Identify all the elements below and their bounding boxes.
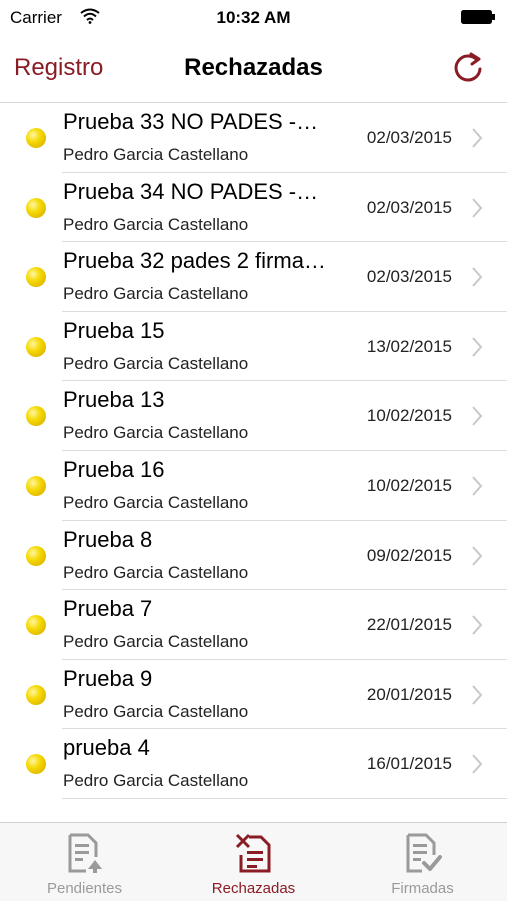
item-sender: Pedro Garcia Castellano xyxy=(63,353,249,373)
tab-label: Pendientes xyxy=(46,880,123,897)
document-list: Prueba 33 NO PADES -… Pedro Garcia Caste… xyxy=(0,103,507,799)
item-date: 02/03/2015 xyxy=(366,128,452,147)
item-date: 09/02/2015 xyxy=(366,545,452,565)
item-date: 20/01/2015 xyxy=(366,684,452,704)
status-time: 10:32 AM xyxy=(216,8,291,27)
chevron-right-icon xyxy=(472,476,483,496)
item-date: 22/01/2015 xyxy=(366,615,452,635)
item-title: prueba 4 xyxy=(63,735,150,761)
status-dot-icon xyxy=(26,197,46,218)
chevron-right-icon xyxy=(472,685,483,705)
list-item[interactable]: Prueba 9 Pedro Garcia Castellano 20/01/2… xyxy=(0,660,507,730)
item-sender: Pedro Garcia Castellano xyxy=(63,423,249,443)
list-item[interactable]: Prueba 7 Pedro Garcia Castellano 22/01/2… xyxy=(0,590,507,660)
item-title: Prueba 9 xyxy=(63,665,153,691)
status-dot-icon xyxy=(26,545,46,566)
tab-firmadas[interactable]: Firmadas xyxy=(338,823,507,901)
item-title: Prueba 33 NO PADES -… xyxy=(63,109,319,134)
list-item[interactable]: Prueba 8 Pedro Garcia Castellano 09/02/2… xyxy=(0,521,507,591)
status-dot-icon xyxy=(26,754,46,775)
item-date: 16/01/2015 xyxy=(366,754,452,774)
item-date: 10/02/2015 xyxy=(366,406,452,426)
list-item[interactable]: Prueba 16 Pedro Garcia Castellano 10/02/… xyxy=(0,451,507,521)
row-divider xyxy=(62,797,507,799)
item-sender: Pedro Garcia Castellano xyxy=(63,145,249,164)
item-date: 02/03/2015 xyxy=(366,197,452,217)
item-date: 10/02/2015 xyxy=(366,475,452,495)
chevron-right-icon xyxy=(472,615,483,635)
status-dot-icon xyxy=(26,684,46,705)
tab-pendientes[interactable]: Pendientes xyxy=(0,823,169,901)
tab-label: Firmadas xyxy=(391,880,454,897)
list-item[interactable]: Prueba 15 Pedro Garcia Castellano 13/02/… xyxy=(0,312,507,382)
item-title: Prueba 32 pades 2 firma… xyxy=(63,248,326,274)
status-dot-icon xyxy=(26,128,46,148)
list-item[interactable]: Prueba 13 Pedro Garcia Castellano 10/02/… xyxy=(0,381,507,451)
status-dot-icon xyxy=(26,336,46,357)
status-dot-icon xyxy=(26,475,46,496)
chevron-right-icon xyxy=(472,337,483,357)
chevron-right-icon xyxy=(472,545,483,566)
status-dot-icon xyxy=(26,615,46,636)
document-reject-icon xyxy=(235,833,271,873)
list-item[interactable]: prueba 4 Pedro Garcia Castellano 16/01/2… xyxy=(0,729,507,799)
item-sender: Pedro Garcia Castellano xyxy=(63,701,249,721)
battery-icon xyxy=(461,10,495,24)
item-sender: Pedro Garcia Castellano xyxy=(63,214,249,234)
tab-rechazadas[interactable]: Rechazadas xyxy=(169,823,338,901)
item-sender: Pedro Garcia Castellano xyxy=(63,284,249,304)
item-title: Prueba 13 xyxy=(63,387,165,413)
item-title: Prueba 16 xyxy=(63,456,165,482)
tab-label: Rechazadas xyxy=(211,880,296,897)
item-sender: Pedro Garcia Castellano xyxy=(63,492,249,512)
chevron-right-icon xyxy=(472,128,483,148)
item-sender: Pedro Garcia Castellano xyxy=(63,562,249,582)
page-title: Rechazadas xyxy=(184,54,323,81)
status-bar: Carrier 10:32 AM xyxy=(0,0,507,36)
status-dot-icon xyxy=(26,406,46,427)
navigation-bar: Registro Rechazadas xyxy=(0,36,507,103)
item-title: Prueba 8 xyxy=(63,526,153,552)
chevron-right-icon xyxy=(472,197,483,218)
tab-bar: Pendientes Rechazadas Firmadas xyxy=(0,822,507,901)
chevron-right-icon xyxy=(472,406,483,427)
list-item[interactable]: Prueba 34 NO PADES -… Pedro Garcia Caste… xyxy=(0,173,507,243)
item-date: 13/02/2015 xyxy=(366,336,452,356)
item-title: Prueba 34 NO PADES -… xyxy=(63,178,319,204)
item-title: Prueba 7 xyxy=(63,596,153,622)
chevron-right-icon xyxy=(472,267,483,287)
refresh-icon[interactable] xyxy=(451,50,485,84)
chevron-right-icon xyxy=(472,754,483,775)
list-item[interactable]: Prueba 32 pades 2 firma… Pedro Garcia Ca… xyxy=(0,242,507,312)
list-item[interactable]: Prueba 33 NO PADES -… Pedro Garcia Caste… xyxy=(0,103,507,173)
item-date: 02/03/2015 xyxy=(366,267,452,287)
status-dot-icon xyxy=(26,267,46,288)
item-title: Prueba 15 xyxy=(63,317,165,343)
document-upload-icon xyxy=(68,833,102,873)
item-sender: Pedro Garcia Castellano xyxy=(63,771,249,791)
document-signed-icon xyxy=(406,833,442,873)
item-sender: Pedro Garcia Castellano xyxy=(63,632,249,652)
